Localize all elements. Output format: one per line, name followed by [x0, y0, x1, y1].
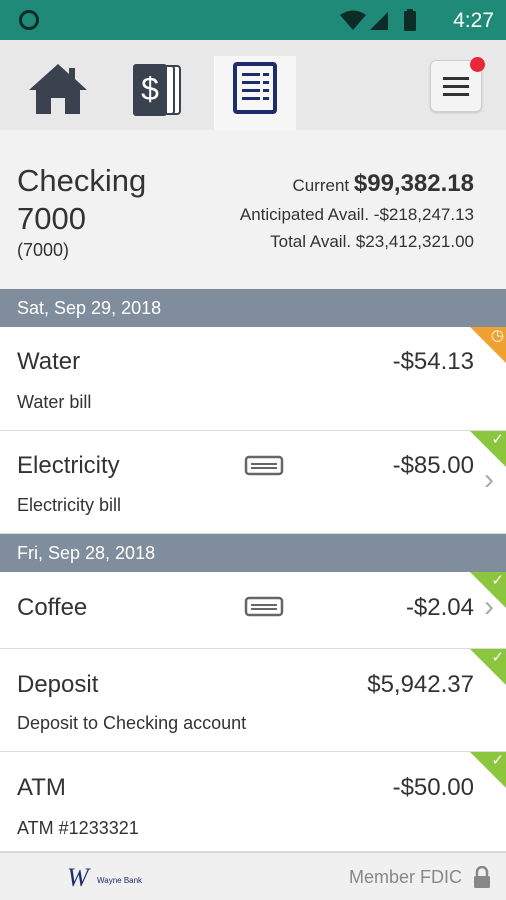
transaction-amount: $5,942.37 — [367, 671, 474, 698]
tab-home[interactable] — [17, 56, 99, 130]
transaction-name: Deposit — [17, 671, 99, 698]
check-icon: ✓ — [491, 649, 504, 666]
clock: 4:27 — [453, 9, 494, 32]
logo-mark: W — [67, 863, 89, 892]
transaction-name: Water — [17, 348, 81, 375]
transaction-amount: -$50.00 — [392, 774, 474, 801]
check-icon: ✓ — [491, 572, 504, 589]
card-icon[interactable] — [244, 596, 284, 618]
date-header: Fri, Sep 28, 2018 — [0, 534, 506, 572]
transaction-amount: -$85.00 — [392, 452, 474, 479]
check-icon: ✓ — [491, 431, 504, 448]
transaction-row[interactable]: Deposit Deposit to Checking account $5,9… — [0, 649, 506, 752]
tab-transactions[interactable] — [214, 56, 296, 130]
transaction-description: ATM #1233321 — [17, 818, 139, 838]
check-icon: ✓ — [491, 752, 504, 769]
total-available: Total Avail. $23,412,321.00 — [270, 232, 474, 251]
transaction-row[interactable]: ATM ATM #1233321 -$50.00 ✓ — [0, 752, 506, 852]
current-balance: Current $99,382.18 — [292, 170, 474, 197]
footer: W Wayne Bank Member FDIC — [0, 852, 506, 900]
menu-button[interactable] — [430, 57, 485, 112]
transaction-row[interactable]: Electricity Electricity bill -$85.00 › ✓ — [0, 431, 506, 534]
account-number: (7000) — [17, 240, 70, 260]
transaction-name: ATM — [17, 774, 66, 801]
status-bar: 4:27 — [0, 0, 506, 40]
home-icon — [29, 64, 87, 114]
top-navigation: $ — [0, 40, 506, 130]
notification-badge — [470, 57, 485, 72]
chevron-right-icon: › — [484, 463, 494, 496]
bank-logo: W Wayne Bank — [67, 863, 143, 892]
transaction-row[interactable]: Coffee -$2.04 › ✓ — [0, 572, 506, 649]
anticipated-available: Anticipated Avail. -$218,247.13 — [239, 205, 474, 224]
dollar-cards-icon: $ — [133, 64, 181, 116]
transaction-description: Water bill — [17, 392, 92, 412]
lock-icon — [474, 866, 490, 888]
transaction-amount: -$54.13 — [392, 348, 474, 375]
list-document-icon — [233, 62, 277, 114]
tab-accounts[interactable]: $ — [117, 56, 199, 130]
signal-battery-icons — [340, 9, 416, 31]
transaction-name: Coffee — [17, 594, 88, 621]
clock-icon: ◷ — [490, 327, 504, 344]
transaction-name: Electricity — [17, 452, 120, 479]
notification-ring-icon — [19, 10, 39, 30]
member-fdic-label: Member FDIC — [348, 867, 462, 887]
card-icon[interactable] — [244, 455, 284, 477]
transaction-description: Deposit to Checking account — [17, 713, 247, 733]
transaction-amount: -$2.04 — [405, 594, 474, 621]
transaction-description: Electricity bill — [17, 495, 122, 515]
svg-text:$: $ — [141, 71, 159, 107]
hamburger-menu-icon — [443, 77, 469, 96]
date-header: Sat, Sep 29, 2018 — [0, 289, 506, 327]
transaction-row[interactable]: Water Water bill -$54.13 ◷ — [0, 327, 506, 431]
account-name: Checking 7000 — [17, 163, 147, 236]
account-summary: Checking 7000 (7000) Current $99,382.18 … — [0, 130, 506, 288]
